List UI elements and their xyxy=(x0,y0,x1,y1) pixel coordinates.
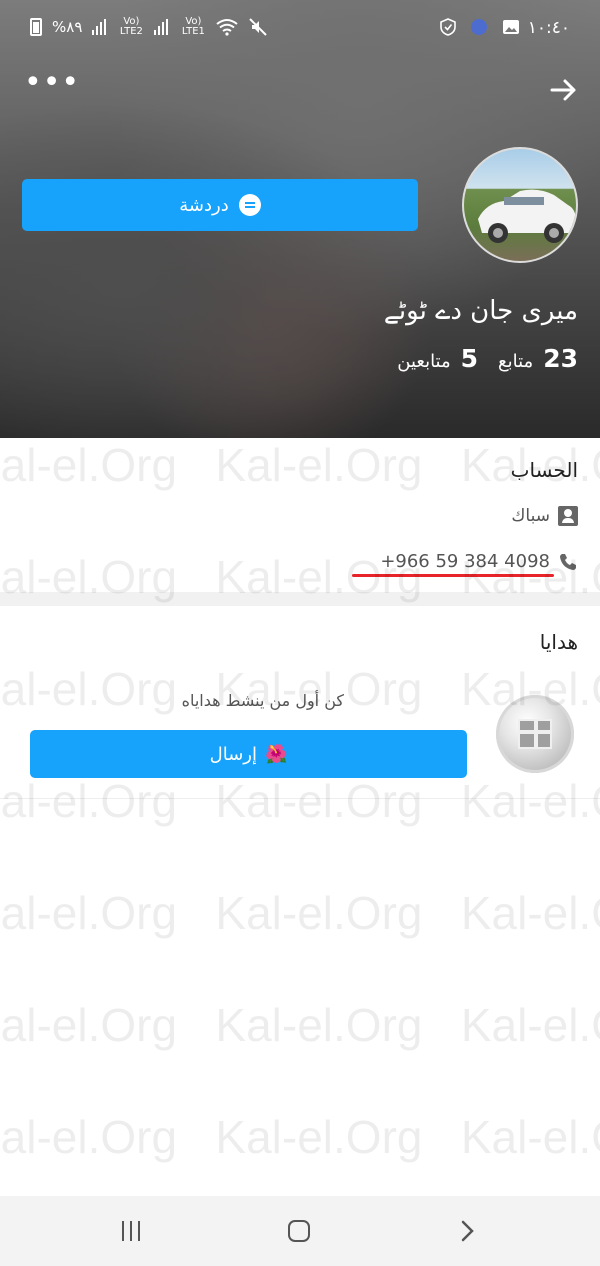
app-notification-icon xyxy=(471,19,487,35)
username: میری جان دے ٹوٹے xyxy=(383,296,578,326)
gifts-section-title: هدايا xyxy=(539,630,578,654)
battery-icon xyxy=(30,18,42,36)
car-photo xyxy=(478,189,576,243)
shield-icon xyxy=(440,18,456,36)
watermark-text: Kal-el.Org Kal-el.Org Kal-el.Org xyxy=(0,1111,600,1163)
recent-apps-button[interactable] xyxy=(111,1214,151,1248)
chat-bubble-icon xyxy=(238,194,261,216)
gifts-empty-text: كن أول من ينشط هداياه xyxy=(181,691,344,710)
phone-icon xyxy=(560,553,576,570)
status-right-icons xyxy=(440,18,520,36)
mute-icon xyxy=(249,18,268,36)
gallery-icon xyxy=(503,20,519,34)
battery-level: %٨٩ xyxy=(52,18,83,36)
home-button[interactable] xyxy=(279,1214,319,1248)
watermark-text: Kal-el.Org Kal-el.Org Kal-el.Org xyxy=(0,775,600,827)
back-button[interactable] xyxy=(447,1214,487,1248)
avatar[interactable] xyxy=(462,147,578,263)
account-type-label: سباك xyxy=(511,506,550,526)
wifi-icon xyxy=(216,19,239,36)
send-gift-button[interactable]: 🌺 إرسال xyxy=(30,730,467,778)
follow-stats: 23 متابع 5 متابعين xyxy=(397,344,578,373)
forward-arrow-icon[interactable] xyxy=(546,72,582,108)
signal-icon xyxy=(154,19,169,35)
send-gift-label: إرسال xyxy=(209,743,257,765)
flower-icon: 🌺 xyxy=(264,743,288,765)
gift-box-icon xyxy=(518,719,552,749)
phone-row[interactable]: +966 59 384 4098 xyxy=(380,551,578,572)
contact-card-icon xyxy=(558,506,578,526)
status-left: %٨٩ Vo) LTE2 Vo) LTE1 xyxy=(30,17,268,37)
chevron-right-icon xyxy=(461,1220,474,1242)
following-count[interactable]: 5 xyxy=(461,344,478,373)
account-type-row: سباك xyxy=(511,506,578,526)
following-label[interactable]: متابعين xyxy=(397,351,450,372)
account-section-title: الحساب xyxy=(510,458,578,482)
sim2-label: Vo) LTE2 xyxy=(119,16,143,37)
gift-badge xyxy=(496,695,574,773)
status-bar: %٨٩ Vo) LTE2 Vo) LTE1 ١٠:٤٠ xyxy=(0,0,600,60)
watermark-text: Kal-el.Org Kal-el.Org Kal-el.Org xyxy=(0,999,600,1051)
sim1-label: Vo) LTE1 xyxy=(181,16,205,37)
system-nav-bar xyxy=(0,1196,600,1266)
clock: ١٠:٤٠ xyxy=(527,18,570,38)
profile-header: %٨٩ Vo) LTE2 Vo) LTE1 ١٠:٤٠ ••• دردشة می… xyxy=(0,0,600,438)
home-icon xyxy=(288,1220,310,1242)
phone-number[interactable]: +966 59 384 4098 xyxy=(380,551,550,572)
more-options-button[interactable]: ••• xyxy=(24,68,79,104)
followers-label[interactable]: متابع xyxy=(498,351,533,372)
chat-button[interactable]: دردشة xyxy=(22,179,418,231)
signal-icon xyxy=(92,19,107,35)
chat-button-label: دردشة xyxy=(179,194,229,216)
content-divider xyxy=(0,798,600,799)
highlight-underline xyxy=(352,574,554,577)
followers-count[interactable]: 23 xyxy=(543,344,578,373)
section-divider xyxy=(0,592,600,606)
watermark-text: Kal-el.Org Kal-el.Org Kal-el.Org xyxy=(0,887,600,939)
